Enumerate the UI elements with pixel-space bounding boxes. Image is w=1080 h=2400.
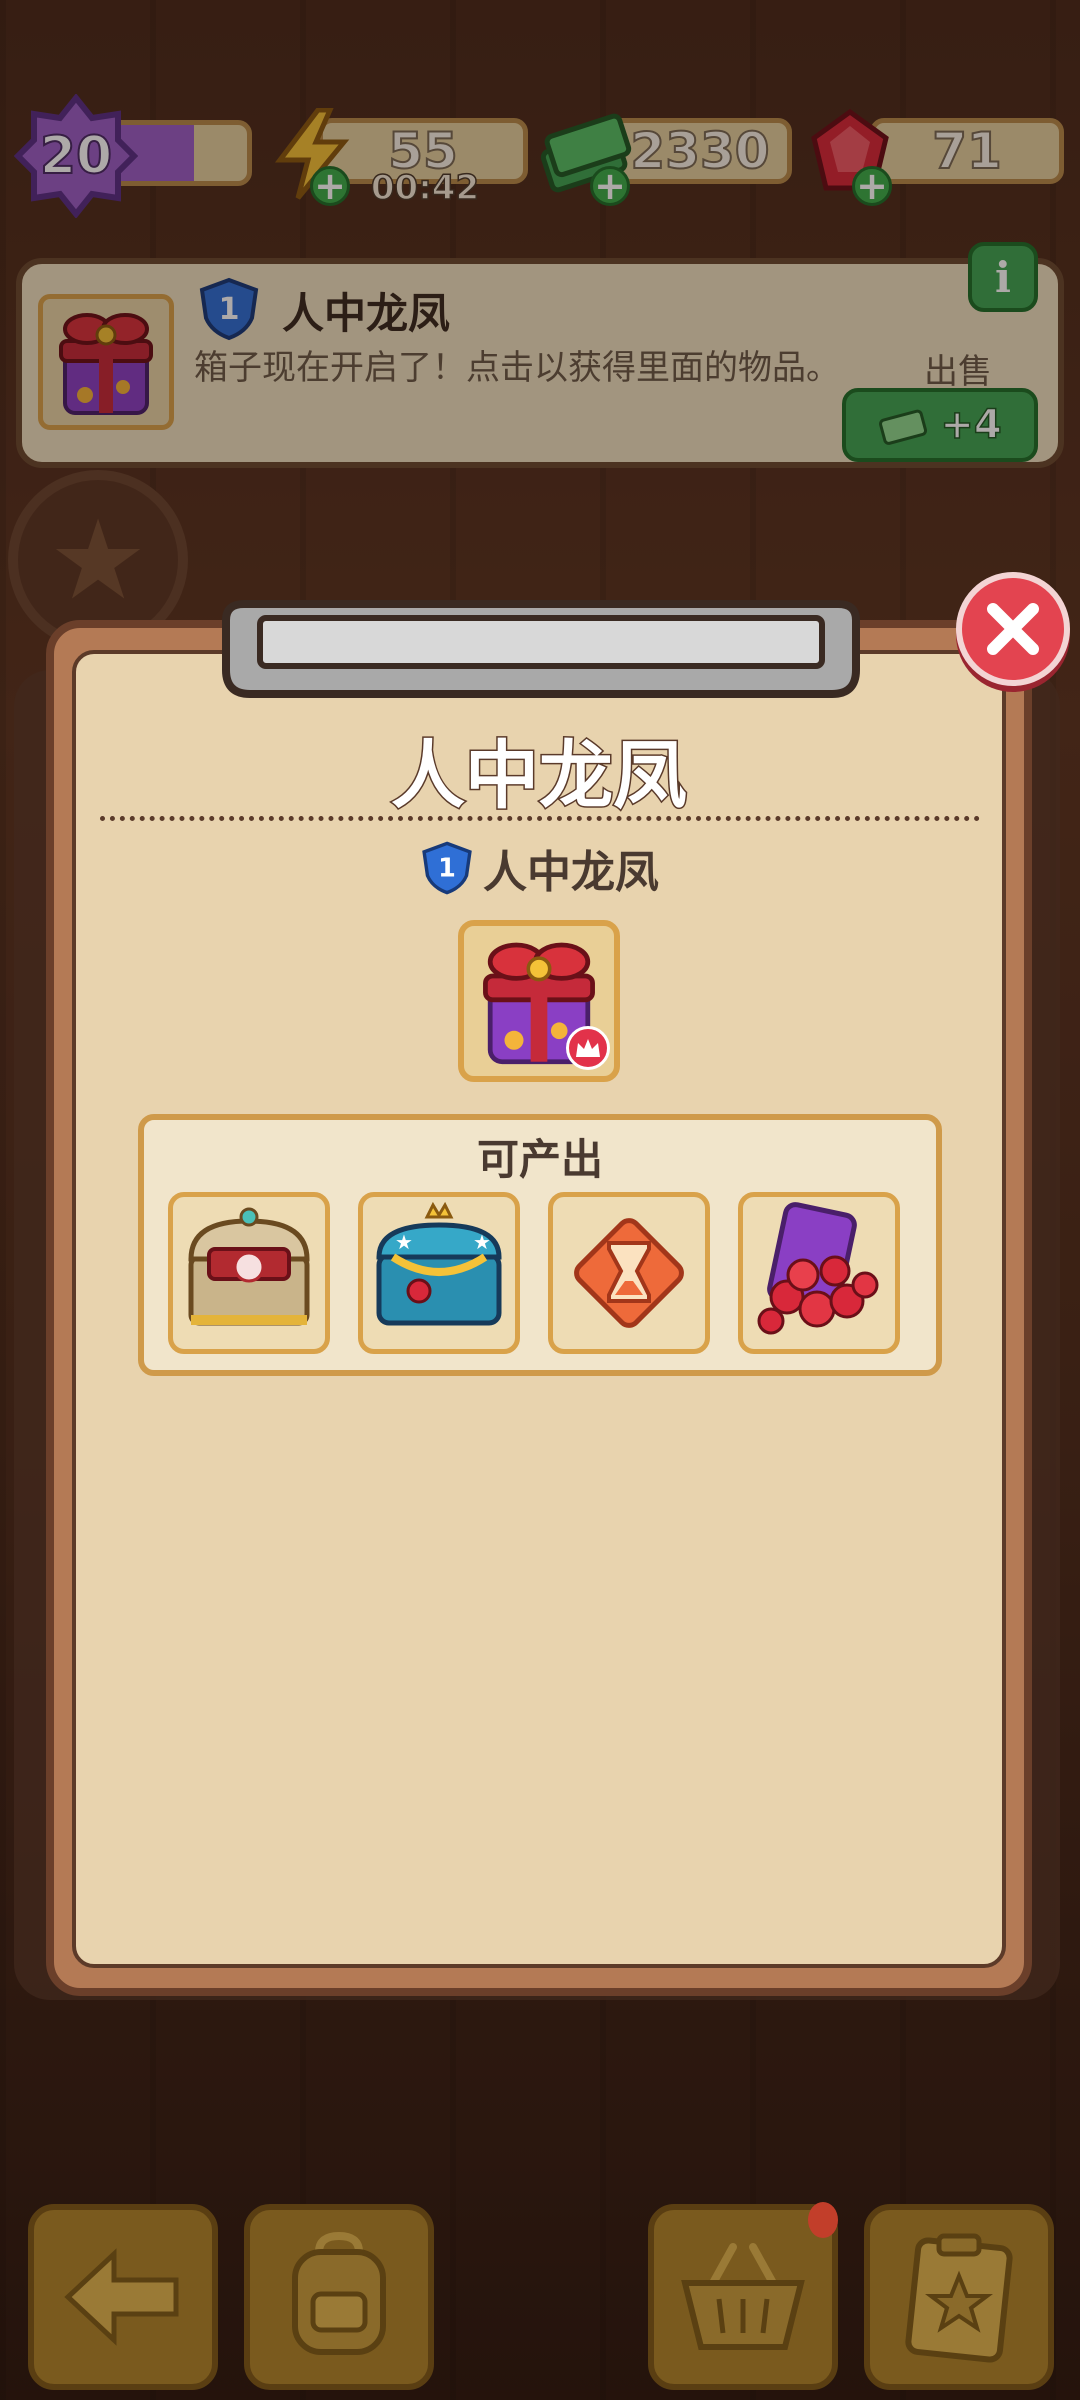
produce-panel: 可产出 ★ ★ (138, 1114, 942, 1376)
produce-item-slot[interactable] (738, 1192, 900, 1354)
svg-text:★: ★ (473, 1230, 491, 1254)
svg-text:1: 1 (438, 853, 456, 883)
tasks-button[interactable] (864, 2204, 1054, 2390)
back-button[interactable] (28, 2204, 218, 2390)
item-name: 人中龙凤 (483, 847, 659, 898)
crown-badge-icon (566, 1026, 610, 1070)
backpack-button[interactable] (244, 2204, 434, 2390)
svg-text:★: ★ (395, 1230, 413, 1254)
title-divider (100, 816, 980, 821)
hourglass-token-icon (574, 1218, 684, 1328)
item-level-row: 1 人中龙凤 (46, 836, 1032, 900)
ruby-gem-pile-icon (757, 1202, 879, 1335)
backpack-icon (292, 2232, 386, 2355)
shopping-basket-icon (681, 2243, 805, 2350)
modal-title: 人中龙凤 (390, 732, 689, 821)
golden-treasure-chest-icon (188, 1207, 310, 1326)
close-icon (987, 603, 1039, 655)
blue-royal-chest-icon: ★ ★ (376, 1201, 502, 1326)
clipboard-star-icon (905, 2233, 1013, 2363)
shop-basket-button[interactable] (648, 2202, 838, 2390)
produce-item-slot[interactable]: ★ ★ (358, 1192, 520, 1354)
level-shield-icon: 1 (422, 841, 472, 895)
back-arrow-icon (64, 2248, 179, 2346)
clipboard-clip-icon (222, 600, 860, 698)
main-item-slot[interactable] (458, 920, 620, 1082)
produce-item-slot[interactable] (548, 1192, 710, 1354)
produce-item-slot[interactable] (168, 1192, 330, 1354)
produce-title: 可产出 (476, 1135, 603, 1184)
close-button[interactable] (956, 572, 1070, 686)
notification-dot (808, 2202, 838, 2238)
